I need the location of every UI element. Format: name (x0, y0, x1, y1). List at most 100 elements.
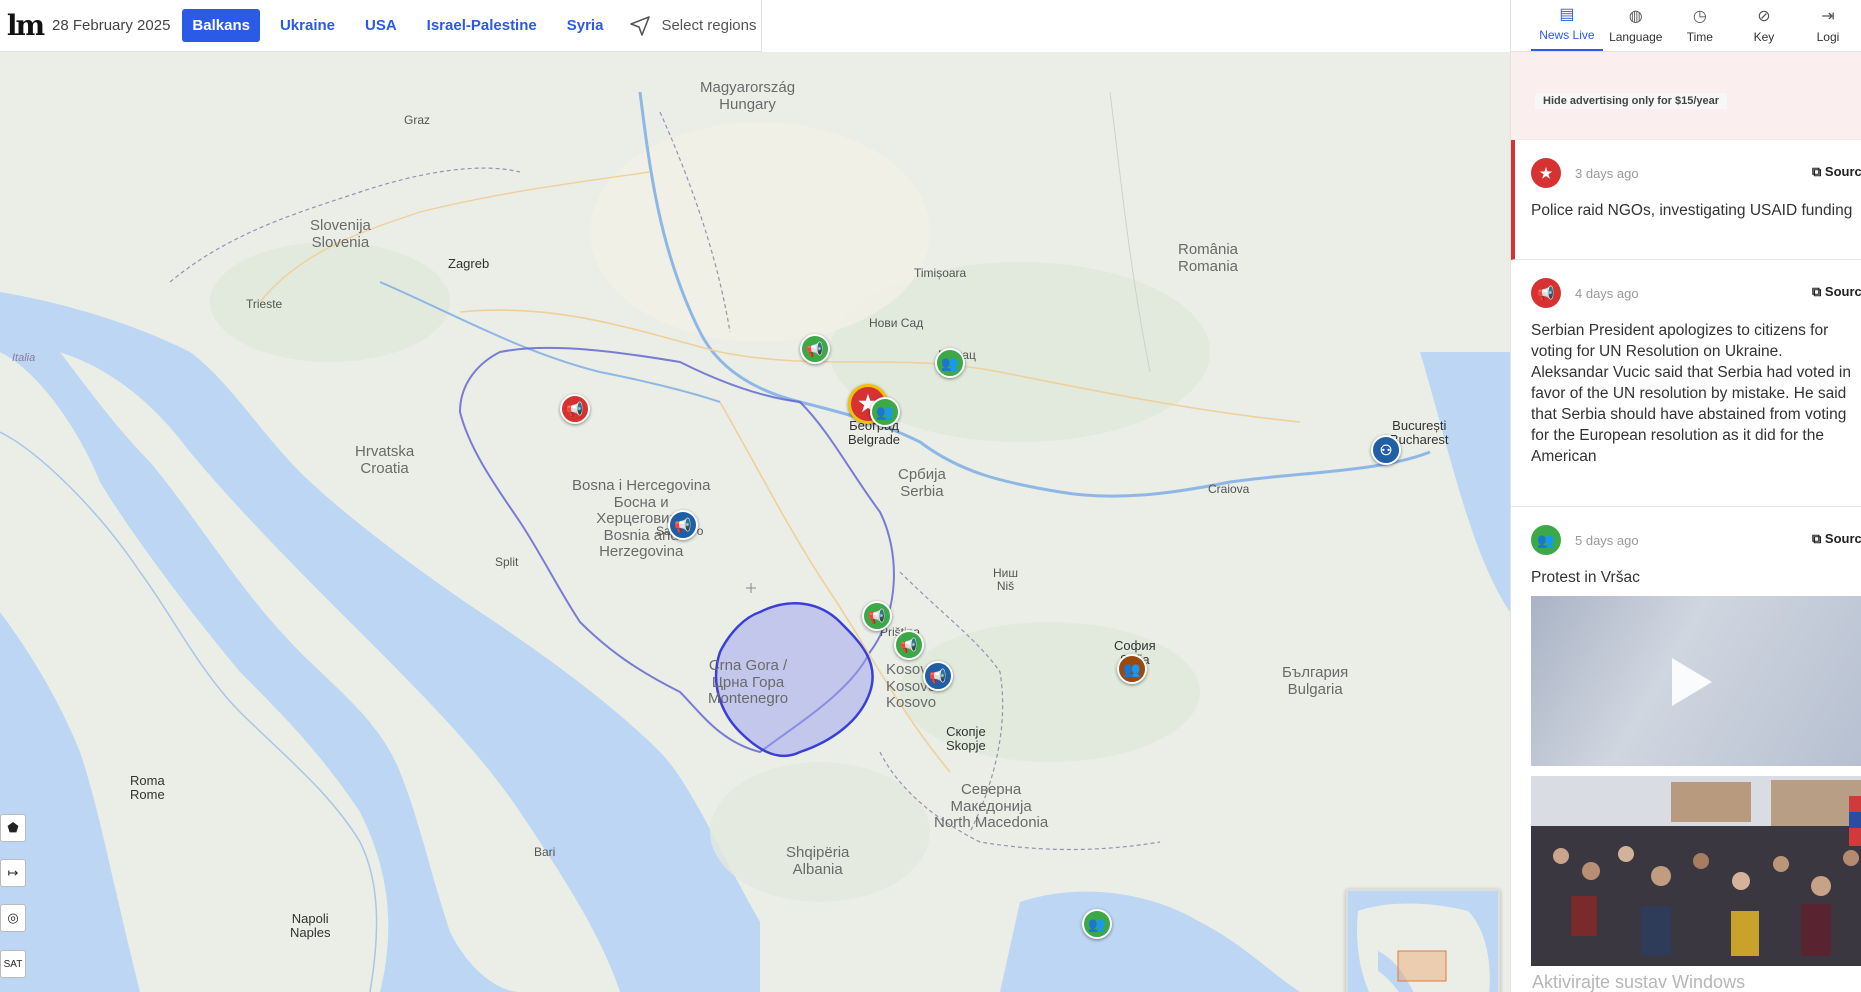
navigation-arrow-icon (630, 15, 651, 36)
satellite-label: SAT (3, 958, 23, 970)
crowd-icon: 👥 (876, 403, 894, 420)
nav-time-label: Time (1686, 30, 1713, 44)
polygon-icon: ⬟ (7, 820, 19, 835)
label-slovenia: Slovenija Slovenia (310, 217, 371, 251)
tab-syria[interactable]: Syria (557, 9, 614, 42)
protest-crowd-photo (1531, 776, 1861, 966)
megaphone-marker-pristina[interactable]: 📢 (923, 661, 953, 691)
label-italia: Italia (12, 352, 36, 364)
label-novi-sad: Нови Сад (869, 316, 924, 330)
crowd-icon: 👥 (1088, 915, 1106, 932)
nav-key[interactable]: ⊘ Key (1733, 6, 1795, 51)
crowd-marker-thessaloniki[interactable]: 👥 (1082, 909, 1112, 939)
news-text: Protest in Vršac (1531, 569, 1640, 586)
label-trieste: Trieste (246, 297, 283, 311)
label-zagreb: Zagreb (448, 256, 490, 271)
eye-off-icon: ◎ (7, 910, 19, 925)
ad-banner: Hide advertising only for $15/year (1511, 52, 1861, 140)
news-panel: ▤ News Live ◍ Language ◷ Time ⊘ Key ⇥ Logi Hi… (1510, 0, 1861, 992)
compass-icon: ⊘ (1757, 8, 1771, 25)
group-marker-bucharest[interactable]: ⚇ (1371, 435, 1401, 465)
label-croatia: Hrvatska Croatia (355, 443, 415, 477)
news-time: 3 days ago (1575, 165, 1639, 181)
megaphone-marker-mitrovica[interactable]: 📢 (894, 630, 924, 660)
overview-minimap[interactable] (1346, 889, 1500, 992)
label-bulgaria: България Bulgaria (1282, 664, 1349, 698)
arrow-right-icon: ↦ (7, 865, 19, 880)
label-nis: Ниш Niš (993, 566, 1018, 594)
crowd-marker-sofia[interactable]: 👥 (1117, 654, 1147, 684)
group-icon: ⚇ (1379, 441, 1393, 458)
crowd-marker-belgrade[interactable]: 👥 (870, 397, 900, 427)
protest-marker-novi-sad[interactable]: 📢 (800, 334, 830, 364)
news-photo[interactable] (1531, 776, 1861, 966)
nav-login[interactable]: ⇥ Logi (1797, 6, 1859, 51)
label-bari: Bari (534, 845, 556, 859)
nav-news-live-label: News Live (1539, 28, 1595, 42)
label-split: Split (495, 555, 519, 569)
hide-layer-button[interactable]: ◎ (0, 904, 26, 932)
news-text: Police raid NGOs, investigating USAID fu… (1531, 202, 1853, 219)
news-item[interactable]: 👥 5 days ago ⧉ Source Protest in Vršac (1511, 507, 1861, 992)
label-graz: Graz (404, 113, 431, 127)
clock-icon: ◷ (1692, 8, 1707, 25)
source-label: Source (1824, 164, 1861, 179)
select-regions-button[interactable]: Select regions (629, 15, 757, 37)
tab-israel-palestine[interactable]: Israel-Palestine (417, 9, 547, 42)
measure-button[interactable]: ↦ (0, 859, 26, 887)
tab-usa[interactable]: USA (355, 9, 407, 42)
draw-polygon-button[interactable]: ⬟ (0, 814, 26, 842)
label-skopje: Скопје Skopje (946, 724, 986, 754)
news-time: 5 days ago (1575, 532, 1639, 548)
news-icon: ▤ (1559, 6, 1575, 23)
nav-key-label: Key (1753, 30, 1775, 44)
label-north-macedonia: Северна Македонија North Macedonia (934, 781, 1049, 831)
panel-nav: ▤ News Live ◍ Language ◷ Time ⊘ Key ⇥ Logi (1511, 0, 1861, 52)
tab-balkans[interactable]: Balkans (182, 9, 260, 42)
login-icon: ⇥ (1821, 8, 1835, 25)
label-serbia: Србија Serbia (898, 466, 946, 500)
app-root: lm 28 February 2025 Balkans Ukraine USA … (0, 0, 1861, 992)
megaphone-marker-sarajevo[interactable]: 📢 (668, 510, 698, 540)
select-regions-label: Select regions (661, 17, 757, 34)
satellite-toggle-button[interactable]: SAT (0, 950, 26, 978)
source-link[interactable]: ⧉ Source (1812, 531, 1861, 547)
tab-ukraine[interactable]: Ukraine (270, 9, 345, 42)
news-text: Serbian President apologizes to citizens… (1531, 322, 1851, 465)
label-craiova: Craiova (1208, 482, 1250, 496)
source-link[interactable]: ⧉ Source (1812, 284, 1861, 300)
nav-news-live[interactable]: ▤ News Live (1531, 4, 1603, 51)
nav-language[interactable]: ◍ Language (1605, 6, 1667, 51)
source-link[interactable]: ⧉ Source (1812, 164, 1861, 180)
external-link-icon: ⧉ (1812, 531, 1825, 546)
news-item[interactable]: 📢 4 days ago ⧉ Source Serbian President … (1511, 260, 1861, 507)
megaphone-icon: 📢 (1531, 278, 1561, 308)
crowd-icon: 👥 (1123, 660, 1141, 677)
label-naples: Napoli Naples (290, 911, 331, 941)
app-logo[interactable]: lm (6, 9, 45, 42)
label-rome: Roma Rome (130, 773, 165, 803)
news-video[interactable] (1531, 596, 1861, 766)
current-date[interactable]: 28 February 2025 (52, 17, 170, 34)
megaphone-marker-novi-pazar[interactable]: 📢 (862, 601, 892, 631)
windows-activation-watermark: Aktivirajte sustav Windows (1532, 972, 1746, 992)
megaphone-icon: 📢 (868, 607, 886, 624)
hide-ads-link[interactable]: Hide advertising only for $15/year (1535, 93, 1728, 109)
label-albania: Shqipëria Albania (786, 844, 850, 878)
external-link-icon: ⧉ (1812, 164, 1825, 179)
source-label: Source (1824, 531, 1861, 546)
megaphone-marker-banja-luka[interactable]: 📢 (560, 394, 590, 424)
minimap-europe (1348, 891, 1498, 992)
source-label: Source (1824, 284, 1861, 299)
megaphone-icon: 📢 (900, 636, 918, 653)
play-icon[interactable] (1672, 658, 1712, 706)
nav-login-label: Logi (1816, 30, 1840, 44)
crowd-marker-vrsac[interactable]: 👥 (935, 348, 965, 378)
map-view[interactable]: Magyarország Hungary Slovenija Slovenia Hr… (0, 52, 1510, 992)
news-item[interactable]: ★ 3 days ago ⧉ Source Police raid NGOs, … (1511, 140, 1861, 260)
nav-time[interactable]: ◷ Time (1669, 6, 1731, 51)
megaphone-icon: 📢 (929, 667, 947, 684)
megaphone-icon: 📢 (674, 516, 692, 533)
label-hungary: Magyarország Hungary (700, 79, 796, 113)
megaphone-icon: 📢 (566, 400, 584, 417)
